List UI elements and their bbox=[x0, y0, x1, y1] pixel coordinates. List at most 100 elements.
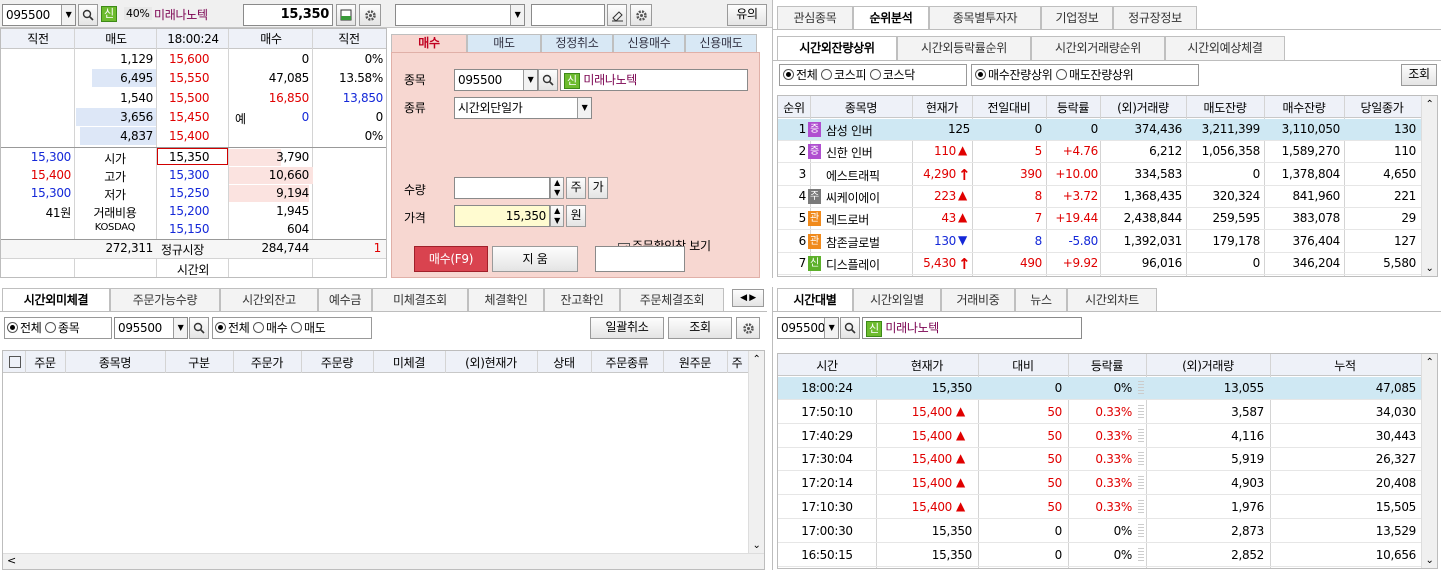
unfilled-tab-6[interactable]: 잔고확인 bbox=[544, 288, 620, 311]
ask-price[interactable]: 15,550 bbox=[169, 71, 229, 85]
ask-price[interactable]: 15,600 bbox=[169, 52, 229, 66]
price-spinner[interactable]: ▲ ▼ bbox=[550, 205, 564, 227]
radio-kospi[interactable]: 코스피 bbox=[821, 68, 867, 82]
chevron-left-icon[interactable]: < bbox=[7, 554, 16, 567]
qty-input[interactable] bbox=[454, 177, 550, 199]
table-row[interactable]: 17:50:10 15,400 ▲ 50 0.33% 3,587 34,030 bbox=[778, 401, 1421, 424]
tab-scroll-button[interactable]: ◀ ▶ bbox=[732, 289, 764, 307]
rank-top-tab-1[interactable]: 순위분석 bbox=[853, 6, 929, 29]
stock-name[interactable]: 디스플레이 bbox=[826, 256, 912, 273]
chevron-down-icon[interactable]: ⌄ bbox=[1422, 263, 1437, 274]
rank-top-tab-2[interactable]: 종목별투자자 bbox=[929, 6, 1041, 29]
order-tab-0[interactable]: 매수 bbox=[391, 34, 467, 52]
stock-name[interactable]: 삼성 인버 bbox=[826, 122, 912, 139]
table-row[interactable]: 2 증 신한 인버 110 ▲ 5 +4.76 6,212 1,056,358 1,589,270… bbox=[778, 141, 1421, 164]
price-won-button[interactable]: 원 bbox=[566, 205, 586, 227]
unfilled-tab-3[interactable]: 예수금 bbox=[318, 288, 372, 311]
radio-side-sell[interactable]: 매도 bbox=[291, 321, 326, 335]
rank-top-tab-4[interactable]: 정규장정보 bbox=[1113, 6, 1197, 29]
unfilled-tab-1[interactable]: 주문가능수량 bbox=[110, 288, 220, 311]
chevron-down-icon[interactable]: ▼ bbox=[824, 318, 838, 338]
ts-tab-1[interactable]: 시간외일별 bbox=[853, 288, 941, 311]
bid-price[interactable]: 15,150 bbox=[169, 222, 227, 236]
table-row[interactable]: 17:30:04 15,400 ▲ 50 0.33% 5,919 26,327 bbox=[778, 448, 1421, 472]
qty-spinner[interactable]: ▲ ▼ bbox=[550, 177, 564, 199]
table-row[interactable]: 4 주 씨케이에이 223 ▲ 8 +3.72 1,368,435 320,324 841,960… bbox=[778, 186, 1421, 208]
stock-name[interactable]: 참존글로벌 bbox=[826, 234, 912, 251]
buy-button[interactable]: 매수(F9) bbox=[414, 246, 488, 272]
unfilled-code-input[interactable]: 095500 ▼ bbox=[114, 317, 188, 339]
rank-top-tab-3[interactable]: 기업정보 bbox=[1041, 6, 1113, 29]
radio-bid-top[interactable]: 매수잔량상위 bbox=[975, 68, 1053, 82]
order-tab-4[interactable]: 신용매도 bbox=[685, 34, 757, 52]
rank-sub-tab-2[interactable]: 시간외거래량순위 bbox=[1031, 36, 1165, 60]
order-tab-1[interactable]: 매도 bbox=[467, 34, 541, 52]
bulk-cancel-button[interactable]: 일괄취소 bbox=[590, 317, 664, 339]
order-type-select[interactable]: 시간외단일가 ▼ bbox=[454, 97, 592, 119]
table-row[interactable]: 7 신 디스플레이 5,430 ↑ 490 +9.92 96,016 0 346,204 5,580 bbox=[778, 253, 1421, 275]
stock-name[interactable]: 씨케이에이 bbox=[826, 189, 912, 206]
settings-button[interactable] bbox=[359, 4, 381, 26]
table-row[interactable]: 17:20:14 15,400 ▲ 50 0.33% 4,903 20,408 bbox=[778, 472, 1421, 496]
bid-price[interactable]: 15,300 bbox=[169, 168, 227, 182]
ask-price[interactable]: 15,450 bbox=[169, 110, 229, 124]
table-row[interactable]: 16:50:15 15,350 0 0% 2,852 10,656 bbox=[778, 544, 1421, 567]
radio-unf-stock[interactable]: 종목 bbox=[45, 321, 80, 335]
ask-price[interactable]: 15,400 bbox=[169, 129, 229, 143]
radio-ask-top[interactable]: 매도잔량상위 bbox=[1055, 68, 1134, 82]
search-button[interactable] bbox=[78, 4, 98, 26]
stock-name[interactable]: 신한 인버 bbox=[826, 144, 912, 161]
order-code-input[interactable]: 095500 ▼ bbox=[454, 69, 538, 91]
qty-unit-button[interactable]: 주 bbox=[566, 177, 586, 199]
chevron-up-icon[interactable]: ⌃ bbox=[1422, 357, 1437, 368]
unfilled-search-button[interactable] bbox=[189, 317, 209, 339]
radio-side-all[interactable]: 전체 bbox=[215, 321, 250, 335]
price-input[interactable]: 15,350 bbox=[454, 205, 550, 227]
unfilled-settings-button[interactable] bbox=[736, 317, 760, 339]
unfilled-tab-0[interactable]: 시간외미체결 bbox=[2, 288, 110, 311]
ranking-query-button[interactable]: 조회 bbox=[1401, 64, 1437, 86]
unfilled-tab-5[interactable]: 체결확인 bbox=[468, 288, 544, 311]
chevron-up-icon[interactable]: ⌃ bbox=[1422, 99, 1437, 110]
bid-price[interactable]: 15,250 bbox=[169, 186, 227, 200]
chevron-down-icon[interactable]: ▼ bbox=[577, 98, 591, 118]
unfilled-query-button[interactable]: 조회 bbox=[668, 317, 732, 339]
stock-code-input[interactable]: 095500 ▼ bbox=[2, 4, 76, 26]
rank-sub-tab-0[interactable]: 시간외잔량상위 bbox=[777, 36, 897, 60]
radio-kosdaq[interactable]: 코스닥 bbox=[869, 68, 915, 82]
rank-top-tab-0[interactable]: 관심종목 bbox=[777, 6, 853, 29]
ts-tab-2[interactable]: 거래비중 bbox=[941, 288, 1015, 311]
ts-tab-3[interactable]: 뉴스 bbox=[1015, 288, 1067, 311]
chevron-down-icon[interactable]: ▼ bbox=[510, 5, 524, 25]
table-row[interactable]: 17:40:29 15,400 ▲ 50 0.33% 4,116 30,443 bbox=[778, 425, 1421, 448]
ask-price[interactable]: 15,500 bbox=[169, 91, 229, 105]
ts-code-input[interactable]: 095500 ▼ bbox=[777, 317, 839, 339]
unfilled-tab-2[interactable]: 시간외잔고 bbox=[220, 288, 318, 311]
checkbox-icon[interactable] bbox=[9, 356, 21, 368]
table-row[interactable]: 17:00:30 15,350 0 0% 2,873 13,529 bbox=[778, 520, 1421, 543]
table-row[interactable]: 3 에스트래픽 4,290 ↑ 390 +10.00 334,583 0 1,378,804 4,… bbox=[778, 164, 1421, 186]
unfilled-tab-7[interactable]: 주문체결조회 bbox=[620, 288, 724, 311]
radio-unf-all[interactable]: 전체 bbox=[7, 321, 42, 335]
unfilled-hscroll[interactable]: < bbox=[3, 553, 764, 569]
password-input[interactable] bbox=[531, 4, 605, 26]
table-row[interactable]: 6 관 참존글로벌 130 ▼ 8 -5.80 1,392,031 179,178 376,404… bbox=[778, 231, 1421, 253]
bid-price[interactable]: 15,200 bbox=[169, 204, 227, 218]
edit-button[interactable] bbox=[607, 4, 627, 26]
settings-button-2[interactable] bbox=[630, 4, 652, 26]
chevron-down-icon[interactable]: ▼ bbox=[61, 5, 75, 25]
caution-button[interactable]: 유의 bbox=[727, 4, 767, 26]
stock-name[interactable]: 에스트래픽 bbox=[826, 167, 912, 184]
ts-search-button[interactable] bbox=[840, 317, 860, 339]
radio-all[interactable]: 전체 bbox=[783, 68, 818, 82]
table-row[interactable]: 5 관 레드로버 43 ▲ 7 +19.44 2,438,844 259,595 383,078 2… bbox=[778, 208, 1421, 231]
stock-name[interactable]: 레드로버 bbox=[826, 211, 912, 228]
chevron-up-icon[interactable]: ⌃ bbox=[749, 354, 764, 365]
table-row[interactable]: 17:10:30 15,400 ▲ 50 0.33% 1,976 15,505 bbox=[778, 496, 1421, 519]
unfilled-tab-4[interactable]: 미체결조회 bbox=[372, 288, 468, 311]
chevron-down-icon[interactable]: ▼ bbox=[523, 70, 537, 90]
timeseries-scrollbar[interactable]: ⌃ ⌄ bbox=[1421, 354, 1437, 568]
order-tab-2[interactable]: 정정취소 bbox=[541, 34, 613, 52]
account-select[interactable]: ▼ bbox=[395, 4, 525, 26]
chart-toggle-button[interactable] bbox=[336, 4, 356, 26]
